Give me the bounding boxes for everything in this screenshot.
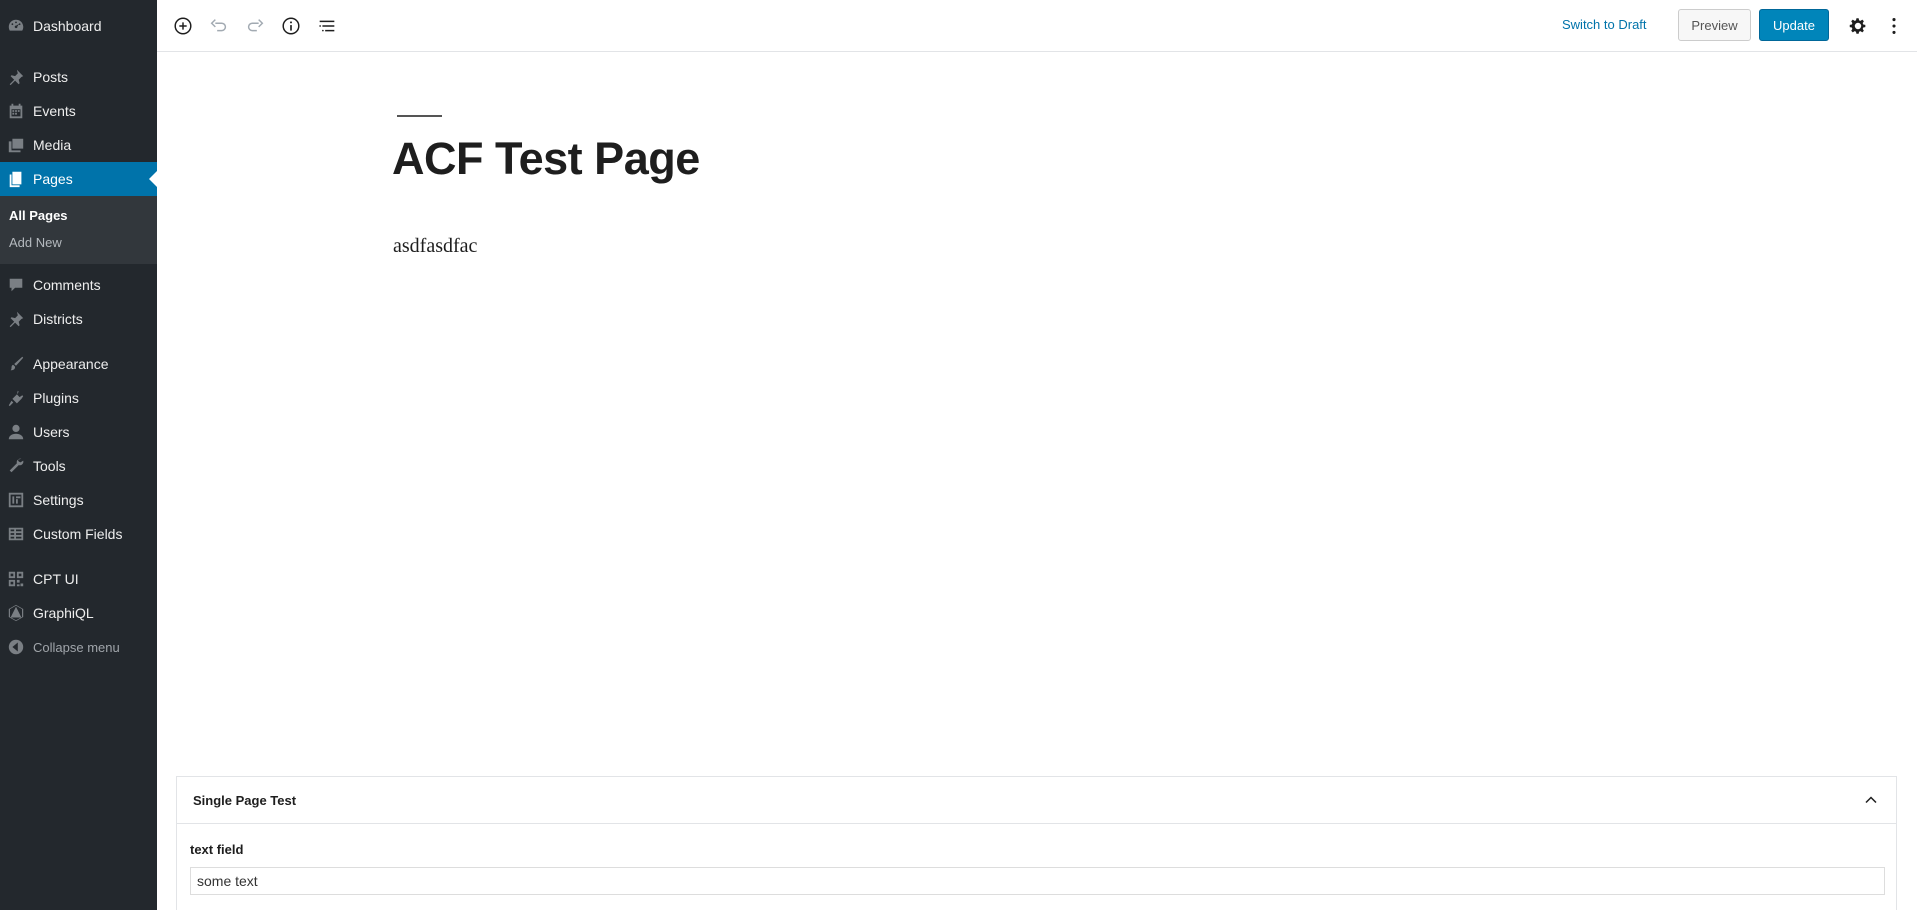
editor-toolbar: Switch to Draft Preview Update (157, 0, 1917, 52)
sidebar-item-appearance[interactable]: Appearance (0, 347, 157, 381)
sidebar-item-tools[interactable]: Tools (0, 449, 157, 483)
update-button[interactable]: Update (1759, 9, 1829, 41)
sidebar-item-comments[interactable]: Comments (0, 268, 157, 302)
text-field-input[interactable] (190, 867, 1885, 895)
acf-metabox: Single Page Test text field (176, 776, 1897, 910)
preview-button[interactable]: Preview (1678, 9, 1751, 41)
pin-icon (6, 309, 26, 329)
gear-icon[interactable] (1845, 13, 1871, 39)
collapse-icon (6, 637, 26, 657)
pin-icon (6, 67, 26, 87)
text-field-label: text field (190, 842, 244, 857)
sidebar-item-label: Events (33, 103, 76, 119)
sidebar-item-users[interactable]: Users (0, 415, 157, 449)
post-title[interactable]: ACF Test Page (392, 133, 700, 185)
pages-submenu: All Pages Add New (0, 196, 157, 264)
title-separator (397, 115, 442, 117)
dashboard-icon (6, 16, 26, 36)
paragraph-block[interactable]: asdfasdfac (393, 235, 477, 258)
user-icon (6, 422, 26, 442)
sidebar-item-pages[interactable]: Pages (0, 162, 157, 196)
outline-icon[interactable] (314, 13, 340, 39)
info-icon[interactable] (278, 13, 304, 39)
sidebar-item-label: Comments (33, 277, 101, 293)
brush-icon (6, 354, 26, 374)
chevron-up-icon[interactable] (1860, 789, 1882, 811)
metabox-header[interactable]: Single Page Test (177, 777, 1896, 824)
more-options-icon[interactable] (1881, 13, 1907, 39)
metabox-title: Single Page Test (193, 792, 297, 808)
sidebar-item-label: Plugins (33, 390, 79, 406)
sidebar-item-graphiql[interactable]: GraphiQL (0, 596, 157, 630)
settings-icon (6, 490, 26, 510)
sidebar-item-label: Settings (33, 492, 84, 508)
collapse-menu-button[interactable]: Collapse menu (0, 630, 157, 664)
submenu-all-pages[interactable]: All Pages (0, 202, 157, 229)
sidebar-item-label: Appearance (33, 356, 109, 372)
sidebar-item-settings[interactable]: Settings (0, 483, 157, 517)
sidebar-item-label: Districts (33, 311, 83, 327)
comment-icon (6, 275, 26, 295)
sidebar-item-custom-fields[interactable]: Custom Fields (0, 517, 157, 551)
admin-sidebar: Dashboard Posts Events Media Pages All P… (0, 0, 157, 910)
graphql-icon (6, 603, 26, 623)
sidebar-item-label: CPT UI (33, 571, 79, 587)
sidebar-item-label: Custom Fields (33, 526, 123, 542)
media-icon (6, 135, 26, 155)
sidebar-item-label: Users (33, 424, 70, 440)
sidebar-item-dashboard[interactable]: Dashboard (0, 9, 157, 43)
wrench-icon (6, 456, 26, 476)
sidebar-item-label: Dashboard (33, 18, 102, 34)
sidebar-item-label: Media (33, 137, 72, 153)
collapse-menu-label: Collapse menu (33, 639, 120, 655)
sidebar-item-label: Tools (33, 458, 66, 474)
sidebar-item-districts[interactable]: Districts (0, 302, 157, 336)
add-block-icon[interactable] (170, 13, 196, 39)
sidebar-item-media[interactable]: Media (0, 128, 157, 162)
calendar-icon (6, 101, 26, 121)
plugin-icon (6, 388, 26, 408)
sidebar-item-label: GraphiQL (33, 605, 94, 621)
sidebar-item-posts[interactable]: Posts (0, 60, 157, 94)
sidebar-item-label: Pages (33, 171, 73, 187)
table-icon (6, 524, 26, 544)
pages-icon (6, 169, 26, 189)
sidebar-item-cpt-ui[interactable]: CPT UI (0, 562, 157, 596)
sidebar-item-events[interactable]: Events (0, 94, 157, 128)
sidebar-item-plugins[interactable]: Plugins (0, 381, 157, 415)
switch-to-draft-button[interactable]: Switch to Draft (1562, 17, 1647, 32)
undo-icon[interactable] (206, 13, 232, 39)
submenu-add-new[interactable]: Add New (0, 229, 157, 256)
grid-icon (6, 569, 26, 589)
redo-icon[interactable] (242, 13, 268, 39)
sidebar-item-label: Posts (33, 69, 69, 85)
